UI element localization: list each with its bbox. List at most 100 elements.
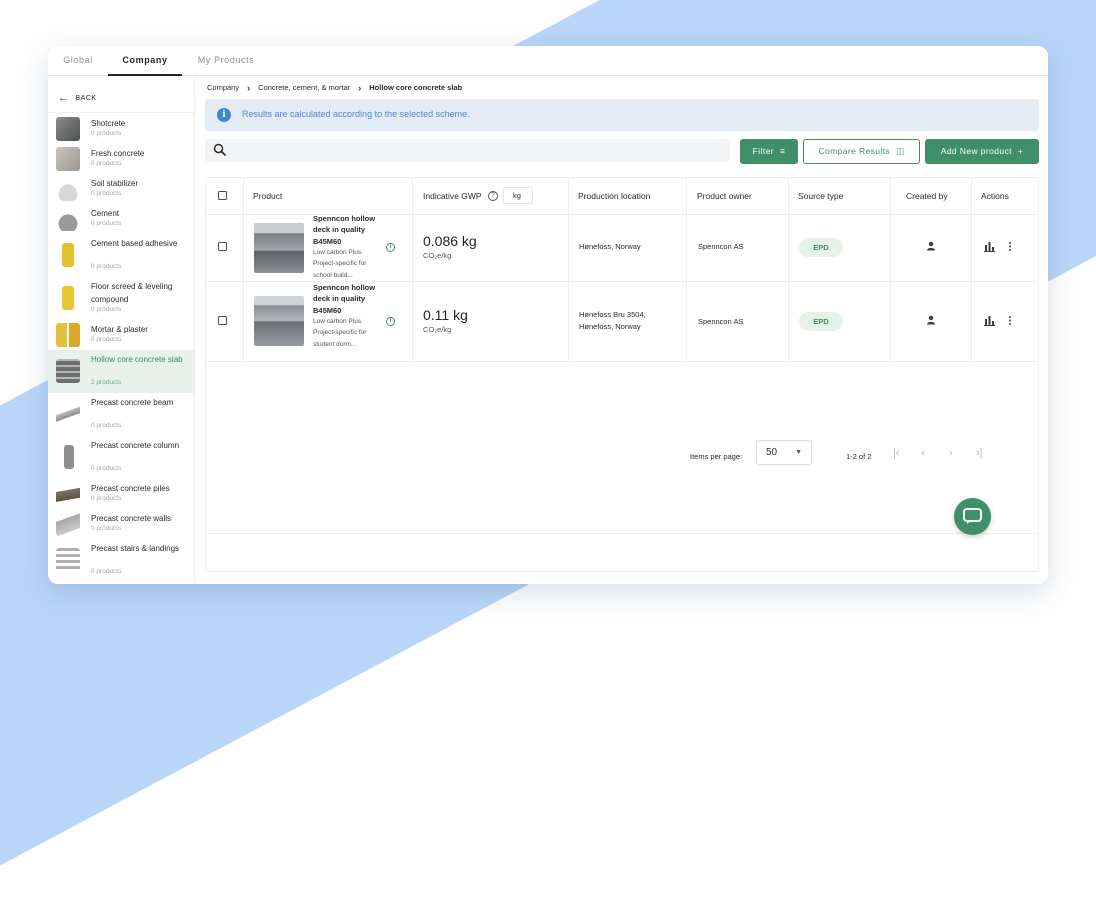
more-vertical-icon[interactable] <box>1007 241 1013 252</box>
search-input[interactable] <box>205 139 730 162</box>
last-page-icon[interactable]: ›| <box>976 447 983 459</box>
chat-button[interactable] <box>954 498 991 535</box>
app-window: Global Company My Products ← BACK Shotcre… <box>48 46 1048 584</box>
sidebar-item-count: 0 products <box>91 220 122 227</box>
compare-icon: ◫ <box>896 146 905 156</box>
info-icon: i <box>217 108 231 122</box>
pagination-range: 1-2 of 2 <box>846 452 872 461</box>
row-checkbox[interactable] <box>218 242 227 251</box>
source-type-badge: EPD <box>799 312 843 331</box>
gwp-value: 0.086 kg <box>423 233 477 249</box>
column-header-gwp[interactable]: Indicative GWP <box>423 178 482 214</box>
row-divider <box>206 361 1038 362</box>
chevron-right-icon: › <box>247 83 251 93</box>
breadcrumb: Company › Concrete, cement, & mortar › Hollo… <box>207 83 462 93</box>
column-header-product[interactable]: Product <box>253 178 282 214</box>
production-location: Hønefoss Bru 3504, Hønefoss, Norway <box>579 310 646 331</box>
sidebar-item-cement-based-adhesive[interactable]: Cement based adhesive 0 products <box>48 234 195 277</box>
product-name[interactable]: Spenncon hollow deck in quality B45M60 <box>313 213 383 247</box>
tab-global[interactable]: Global <box>56 46 100 76</box>
category-sidebar: ← BACK Shotcrete 0 products Fresh concret… <box>48 76 195 584</box>
product-info-icon[interactable]: i <box>386 317 395 326</box>
filter-button[interactable]: Filter ≡ <box>740 139 798 164</box>
sidebar-item-label: Precast concrete piles <box>91 484 170 493</box>
row-checkbox[interactable] <box>218 316 227 325</box>
add-label: Add New product <box>940 146 1012 156</box>
items-per-page-label: Items per page: <box>690 452 743 461</box>
column-header-owner[interactable]: Product owner <box>697 178 752 214</box>
sidebar-item-cement[interactable]: Cement 0 products <box>48 204 195 234</box>
breadcrumb-concrete-cement-mortar[interactable]: Concrete, cement, & mortar <box>258 83 350 92</box>
select-all-checkbox[interactable] <box>218 191 227 200</box>
sidebar-item-count: 2 products <box>91 379 122 386</box>
production-location: Hønefoss, Norway <box>579 242 641 251</box>
sidebar-item-count: 0 products <box>91 130 122 137</box>
sidebar-item-count: 0 products <box>91 263 122 270</box>
column-header-created-by[interactable]: Created by <box>906 178 948 214</box>
items-per-page-select[interactable]: 50 ▼ <box>756 440 812 465</box>
arrow-left-icon: ← <box>58 92 70 104</box>
compare-label: Compare Results <box>818 146 891 156</box>
precast-beam-thumbnail <box>56 402 80 426</box>
column-divider <box>686 178 687 361</box>
sidebar-item-shotcrete[interactable]: Shotcrete 0 products <box>48 114 195 144</box>
product-description: Low carbon Plus. Project-specific for sc… <box>313 249 367 279</box>
soil-stabilizer-thumbnail <box>56 177 80 201</box>
add-new-product-button[interactable]: Add New product + <box>925 139 1039 164</box>
sidebar-item-fresh-concrete[interactable]: Fresh concrete 0 products <box>48 144 195 174</box>
product-info-icon[interactable]: i <box>386 243 395 252</box>
sidebar-item-precast-beam[interactable]: Precast concrete beam 0 products <box>48 393 195 436</box>
precast-column-thumbnail <box>64 445 74 469</box>
unit-selector[interactable]: kg <box>503 187 533 204</box>
column-divider <box>568 178 569 361</box>
compare-results-button[interactable]: Compare Results ◫ <box>803 139 920 164</box>
sidebar-item-count: 0 products <box>91 422 122 429</box>
sidebar-item-precast-column[interactable]: Precast concrete column 0 products <box>48 436 195 479</box>
cement-adhesive-thumbnail <box>62 243 74 267</box>
tab-my-products[interactable]: My Products <box>191 46 261 76</box>
sidebar-item-hollow-core-slab[interactable]: Hollow core concrete slab 2 products <box>48 350 195 393</box>
product-owner: Spenncon AS <box>698 317 744 326</box>
sidebar-item-precast-walls[interactable]: Precast concrete walls 0 products <box>48 509 195 539</box>
product-image <box>254 223 304 273</box>
footer-divider <box>206 533 1038 534</box>
user-icon <box>927 241 935 251</box>
info-banner: i Results are calculated according to th… <box>205 99 1039 131</box>
column-header-location[interactable]: Production location <box>578 178 650 214</box>
column-header-actions: Actions <box>981 191 1009 201</box>
floor-screed-thumbnail <box>62 286 74 310</box>
help-icon[interactable]: ? <box>488 191 498 201</box>
caret-down-icon: ▼ <box>795 449 802 456</box>
bar-chart-icon[interactable] <box>984 241 995 252</box>
sidebar-item-count: 0 products <box>91 525 122 532</box>
back-button[interactable]: ← BACK <box>58 92 97 104</box>
product-description: Low carbon Plus. Project-specific for st… <box>313 318 367 348</box>
more-vertical-icon[interactable] <box>1007 315 1013 326</box>
precast-walls-thumbnail <box>56 512 80 536</box>
previous-page-icon[interactable]: ‹ <box>921 447 925 459</box>
column-divider <box>788 178 789 361</box>
next-page-icon[interactable]: › <box>949 447 953 459</box>
column-divider <box>412 178 413 361</box>
sidebar-item-precast-piles[interactable]: Precast concrete piles 0 products <box>48 479 195 509</box>
sidebar-item-floor-screed[interactable]: Floor screed & leveling compound 0 produ… <box>48 277 195 320</box>
gwp-unit: CO₂e/kg <box>423 251 452 260</box>
mortar-thumbnail <box>56 323 80 347</box>
sidebar-item-precast-stairs[interactable]: Precast stairs & landings 0 products <box>48 539 195 582</box>
column-header-source[interactable]: Source type <box>798 178 843 214</box>
product-name[interactable]: Spenncon hollow deck in quality B45M60 <box>313 282 383 316</box>
products-table: Product Indicative GWP ? kg Production l… <box>205 177 1039 572</box>
breadcrumb-company[interactable]: Company <box>207 83 239 92</box>
sidebar-item-count: 0 products <box>91 568 122 575</box>
sidebar-item-label: Cement based adhesive <box>91 239 178 248</box>
sidebar-item-soil-stabilizer[interactable]: Soil stabilizer 0 products <box>48 174 195 204</box>
filter-label: Filter <box>752 146 774 156</box>
column-divider <box>890 178 891 361</box>
sidebar-item-count: 0 products <box>91 495 122 502</box>
tab-company[interactable]: Company <box>108 46 182 76</box>
sidebar-item-label: Shotcrete <box>91 119 126 128</box>
shotcrete-thumbnail <box>56 117 80 141</box>
bar-chart-icon[interactable] <box>984 315 995 326</box>
first-page-icon[interactable]: |‹ <box>893 447 900 459</box>
sidebar-item-mortar-plaster[interactable]: Mortar & plaster 0 products <box>48 320 195 350</box>
